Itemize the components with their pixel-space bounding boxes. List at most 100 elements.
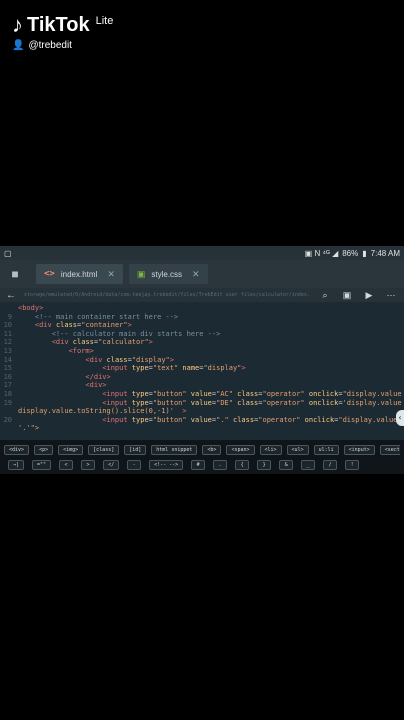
code-token: <input xyxy=(18,364,132,373)
symbol-key[interactable]: _ xyxy=(301,459,316,470)
code-line: 20 <input type = "button" value = "." class =… xyxy=(0,416,404,425)
code-line: 18 <input type = "button" value = "AC" class… xyxy=(0,390,404,399)
code-token: value xyxy=(186,415,212,424)
snippet-key[interactable]: [id] xyxy=(124,444,147,455)
clock: 7:48 AM xyxy=(370,248,400,258)
code-token: class xyxy=(232,398,259,407)
code-token: "AC" xyxy=(216,389,233,398)
code-token: <input xyxy=(18,389,132,398)
tiktok-watermark: ♪ TikTok Lite 👤 @trebedit xyxy=(12,12,113,51)
symbol-key[interactable]: } xyxy=(257,459,272,470)
line-number: 11 xyxy=(3,329,12,338)
snippet-key[interactable]: <p> xyxy=(34,444,54,455)
symbol-key[interactable]: →| xyxy=(8,459,25,470)
line-number: 20 xyxy=(3,415,12,424)
snippet-key[interactable]: <b> xyxy=(202,444,222,455)
code-token: onclick xyxy=(300,415,335,424)
line-number xyxy=(0,304,12,313)
code-icon: <> xyxy=(44,269,55,279)
code-token: "display.value += xyxy=(338,415,404,424)
user-icon: 👤 xyxy=(12,40,25,51)
notification-icon: ▢ xyxy=(4,248,12,258)
code-token: "button" xyxy=(152,415,187,424)
symbol-key[interactable]: # xyxy=(191,459,206,470)
code-token: '.'"> xyxy=(18,424,40,433)
close-icon[interactable]: ✕ xyxy=(192,269,200,280)
code-token: <!-- calculator main div starts here --> xyxy=(51,329,221,338)
side-panel-handle-icon[interactable]: ‹ xyxy=(396,410,404,426)
more-icon[interactable]: ⋯ xyxy=(384,290,398,301)
symbol-key[interactable]: & xyxy=(279,459,294,470)
line-number: 15 xyxy=(3,364,12,373)
snippet-keys-row: <div> <p> <img> [class] [id] html snippet <b> <… xyxy=(4,442,400,457)
code-token: <!-- main container start here --> xyxy=(34,312,179,321)
code-token: display.value.toString().slice(0,-1)' xyxy=(18,407,174,416)
search-icon[interactable]: ⌕ xyxy=(318,290,332,301)
code-token: "button" xyxy=(152,389,187,398)
snippet-key[interactable]: <section> xyxy=(379,444,400,455)
code-editor[interactable]: <body> 9 <!-- main container start here -… xyxy=(0,302,404,440)
css-file-icon: ▣ xyxy=(136,268,146,279)
snippet-key[interactable]: html snippet xyxy=(151,444,198,455)
close-icon[interactable]: ✕ xyxy=(107,269,115,280)
extra-keys-bar: <div> <p> <img> [class] [id] html snippet <b> <… xyxy=(0,440,404,474)
code-line: 9 <!-- main container start here --> xyxy=(0,313,404,322)
symbol-key[interactable]: / xyxy=(323,459,338,470)
code-token: <form> xyxy=(18,346,94,355)
code-token: <div xyxy=(18,321,56,330)
code-line: 14 <div class = "display" > xyxy=(0,356,404,365)
status-bar: ▢ ▣ N ⁴ᴳ ◢ 86% ▮ 7:48 AM xyxy=(0,246,404,260)
editor-toolbar: ← storage/emulated/0/Android/data/com.te… xyxy=(0,288,404,302)
symbol-key[interactable]: <!-- --> xyxy=(149,459,184,470)
code-line: 16 </div> xyxy=(0,373,404,382)
code-token: <input xyxy=(18,415,132,424)
code-token: name xyxy=(178,364,200,373)
code-token: value xyxy=(186,398,212,407)
folder-icon[interactable]: ■ xyxy=(0,260,30,288)
code-token: class xyxy=(72,338,94,347)
snippet-key[interactable]: <img> xyxy=(58,444,84,455)
code-token: <div xyxy=(18,355,107,364)
symbol-key[interactable]: </ xyxy=(103,459,120,470)
symbol-key[interactable]: ! xyxy=(345,459,360,470)
code-token: type xyxy=(131,364,149,373)
snippet-key[interactable]: ul:li xyxy=(313,444,339,455)
code-token: "operator" xyxy=(258,415,301,424)
snippet-key[interactable]: <span> xyxy=(226,444,255,455)
tab-style-css[interactable]: ▣ style.css ✕ xyxy=(128,264,208,284)
snippet-key[interactable]: <li> xyxy=(259,444,282,455)
watermark-edition: Lite xyxy=(95,15,114,27)
snippet-key[interactable]: <div> xyxy=(4,444,30,455)
snippet-key[interactable]: <ul> xyxy=(286,444,309,455)
snippet-key[interactable]: [class] xyxy=(88,444,120,455)
code-token: 'display.value = xyxy=(342,398,404,407)
run-icon[interactable]: ▶ xyxy=(362,290,376,301)
symbol-key[interactable]: < xyxy=(59,459,74,470)
line-number: 10 xyxy=(3,321,12,330)
symbol-key[interactable]: ="" xyxy=(32,459,52,470)
back-arrow-icon[interactable]: ← xyxy=(6,290,16,301)
code-token: class xyxy=(228,415,255,424)
snippet-key[interactable]: <input> xyxy=(343,444,375,455)
code-token: > xyxy=(173,407,187,416)
code-token: type xyxy=(131,415,149,424)
tab-label: index.html xyxy=(60,269,98,279)
code-line: 10 <div class = "container" > xyxy=(0,321,404,330)
battery-icon: ▮ xyxy=(362,248,367,258)
tab-index-html[interactable]: <> index.html ✕ xyxy=(36,264,123,284)
save-icon[interactable]: ▣ xyxy=(340,290,354,301)
symbol-key[interactable]: { xyxy=(235,459,250,470)
code-token: > xyxy=(169,355,174,364)
symbol-key[interactable]: > xyxy=(81,459,96,470)
line-number: 12 xyxy=(3,338,12,347)
battery-level: 86% xyxy=(342,248,359,258)
symbol-key[interactable]: - xyxy=(127,459,142,470)
code-line: 15 <input type = "text" name = "display" > xyxy=(0,364,404,373)
line-number xyxy=(0,407,12,416)
symbol-key[interactable]: . xyxy=(213,459,228,470)
code-token: onclick xyxy=(304,389,339,398)
line-number xyxy=(0,424,12,433)
code-token: "container" xyxy=(81,321,128,330)
code-token: <body> xyxy=(18,304,44,312)
